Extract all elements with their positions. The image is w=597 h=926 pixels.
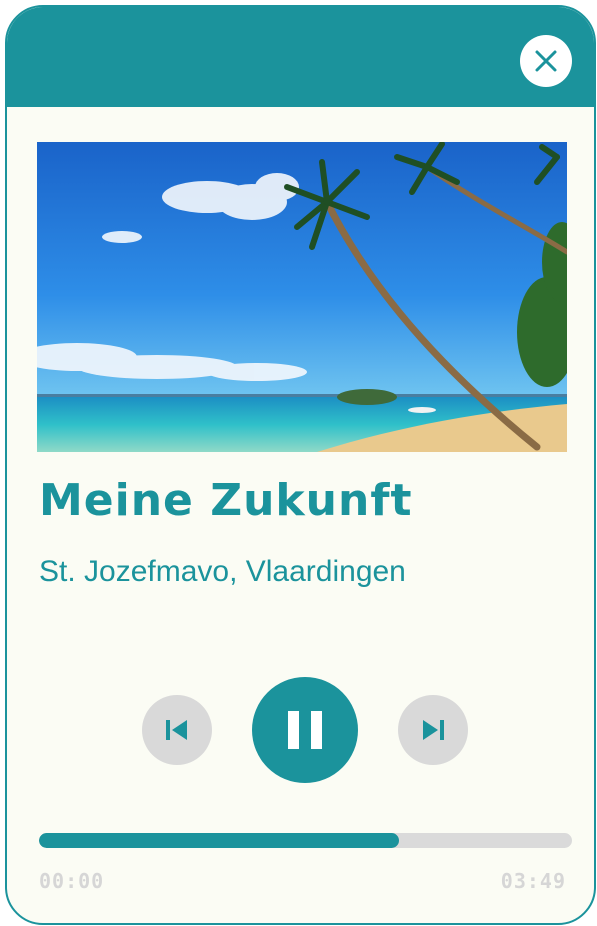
previous-track-button[interactable] bbox=[142, 695, 212, 765]
total-duration: 03:49 bbox=[500, 869, 566, 893]
track-title: Meine Zukunft bbox=[39, 475, 413, 526]
elapsed-time: 00:00 bbox=[39, 869, 105, 893]
pause-icon bbox=[288, 711, 322, 749]
pause-button[interactable] bbox=[252, 677, 358, 783]
player-header bbox=[7, 7, 594, 107]
next-track-button[interactable] bbox=[398, 695, 468, 765]
album-cover-image bbox=[37, 142, 567, 452]
close-button[interactable] bbox=[520, 35, 572, 87]
progress-bar[interactable] bbox=[39, 833, 572, 848]
close-icon bbox=[535, 50, 557, 72]
skip-previous-icon bbox=[166, 720, 187, 740]
skip-next-icon bbox=[423, 720, 444, 740]
artist-name: St. Jozefmavo, Vlaardingen bbox=[39, 555, 406, 588]
progress-fill bbox=[39, 833, 399, 848]
music-player-card: Meine Zukunft St. Jozefmavo, Vlaardingen… bbox=[5, 5, 596, 925]
